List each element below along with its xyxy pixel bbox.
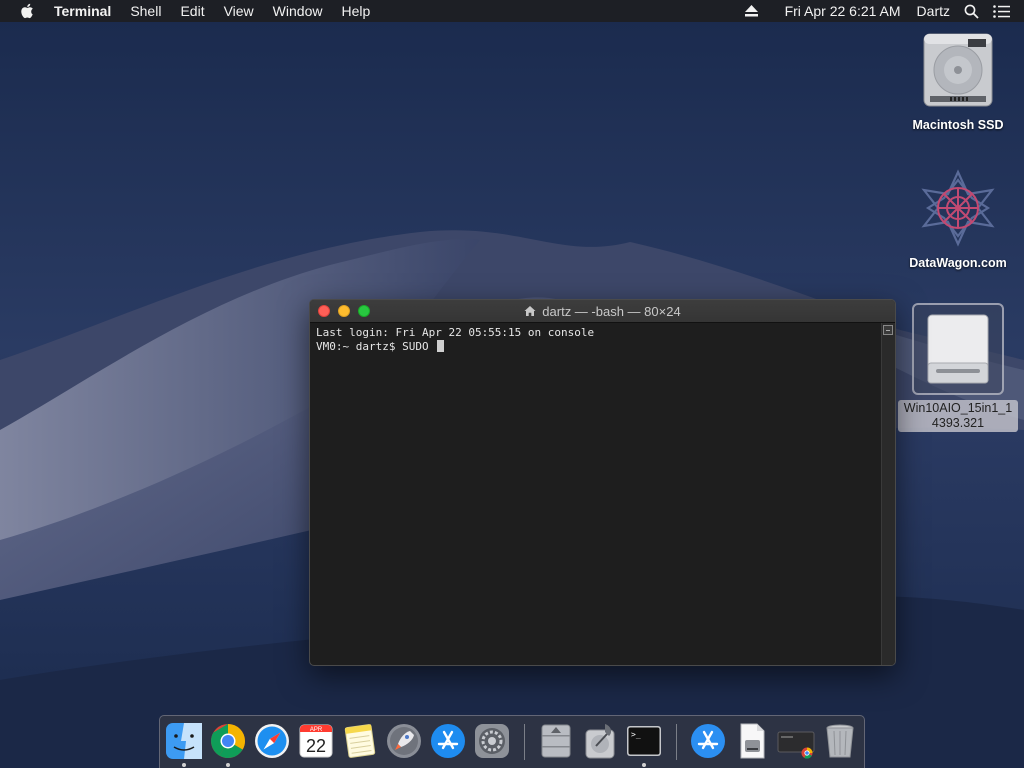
terminal-prompt-line: VM0:~ dartz$ SUDO — [316, 340, 875, 354]
desktop-icon-macintosh-ssd[interactable]: Macintosh SSD — [898, 30, 1018, 132]
desktop-icon-datawagon[interactable]: DataWagon.com — [898, 168, 1018, 270]
dock-separator — [676, 724, 677, 760]
dock-item-safari[interactable] — [253, 722, 291, 760]
menu-edit[interactable]: Edit — [180, 3, 204, 19]
boot-camp-icon — [541, 724, 571, 758]
datawagon-logo-icon — [921, 169, 995, 247]
terminal-scrollbar[interactable] — [881, 323, 895, 665]
menu-app-terminal[interactable]: Terminal — [54, 3, 111, 19]
calendar-icon: APR 22 — [299, 724, 333, 758]
menu-window[interactable]: Window — [273, 3, 323, 19]
running-indicator — [182, 763, 186, 767]
chrome-icon — [211, 724, 245, 758]
launchpad-icon — [387, 724, 421, 758]
disk-utility-icon — [585, 724, 615, 759]
dock-item-system-preferences[interactable] — [473, 722, 511, 760]
calendar-month: APR — [310, 727, 323, 733]
dock: APR 22 >_ — [159, 715, 865, 768]
terminal-prompt-glyph: >_ — [631, 730, 641, 739]
finder-icon — [166, 723, 202, 759]
dock-separator — [524, 724, 525, 760]
dock-item-terminal[interactable]: >_ — [625, 722, 663, 760]
minimize-button[interactable] — [338, 305, 350, 317]
disk-image-icon — [740, 723, 765, 759]
terminal-output[interactable]: Last login: Fri Apr 22 05:55:15 on conso… — [310, 323, 881, 665]
text-cursor — [437, 340, 445, 352]
desktop-icon-label: Win10AIO_15in1_14393.321 — [898, 400, 1018, 432]
dock-item-calendar[interactable]: APR 22 — [297, 722, 335, 760]
dock-item-boot-camp[interactable] — [537, 722, 575, 760]
running-indicator — [642, 763, 646, 767]
window-controls — [318, 305, 378, 317]
menu-extras: Fri Apr 22 6:21 AM Dartz — [744, 0, 1024, 22]
menu-view[interactable]: View — [224, 3, 254, 19]
trash-icon — [826, 724, 854, 758]
terminal-window[interactable]: dartz — -bash — 80×24 Last login: Fri Ap… — [309, 299, 896, 666]
desktop-icon-label: Macintosh SSD — [912, 118, 1004, 132]
terminal-line: VM0:~ dartz$ SUDO — [316, 340, 436, 353]
dock-item-trash[interactable] — [821, 722, 859, 760]
terminal-titlebar[interactable]: dartz — -bash — 80×24 — [310, 300, 895, 323]
window-title: dartz — -bash — 80×24 — [310, 304, 895, 319]
dock-item-app-store[interactable] — [429, 722, 467, 760]
dock-item-app-store-folder[interactable] — [689, 722, 727, 760]
menu-clock[interactable]: Fri Apr 22 6:21 AM — [785, 3, 901, 19]
eject-icon[interactable] — [744, 5, 758, 17]
menu-user[interactable]: Dartz — [917, 3, 950, 19]
safari-icon — [255, 724, 289, 758]
menu-shell[interactable]: Shell — [130, 3, 161, 19]
selection-frame — [912, 303, 1004, 395]
running-indicator — [226, 763, 230, 767]
desktop-icon-win10aio[interactable]: Win10AIO_15in1_14393.321 — [898, 303, 1018, 432]
app-store-icon — [431, 724, 465, 758]
zoom-button[interactable] — [358, 305, 370, 317]
dock-item-disk-utility[interactable] — [581, 722, 619, 760]
dock-item-chrome-window[interactable] — [777, 722, 815, 760]
terminal-icon: >_ — [627, 726, 661, 756]
dock-item-notes[interactable] — [341, 722, 379, 760]
removable-disk-icon — [927, 314, 989, 384]
apple-menu-icon[interactable] — [20, 3, 36, 19]
terminal-line: Last login: Fri Apr 22 05:55:15 on conso… — [316, 326, 595, 339]
dock-item-launchpad[interactable] — [385, 722, 423, 760]
chrome-window-icon — [777, 731, 815, 759]
menu-list: Terminal Shell Edit View Window Help — [54, 3, 389, 19]
dock-item-finder[interactable] — [165, 722, 203, 760]
calendar-day: 22 — [306, 736, 326, 756]
system-preferences-icon — [475, 724, 509, 758]
split-pane-icon[interactable] — [883, 325, 893, 335]
close-button[interactable] — [318, 305, 330, 317]
app-store-folder-icon — [691, 724, 725, 758]
notification-center-icon[interactable] — [993, 4, 1010, 18]
desktop-icon-label: DataWagon.com — [909, 256, 1007, 270]
menu-bar: Terminal Shell Edit View Window Help Fri… — [0, 0, 1024, 22]
dock-item-disk-image[interactable] — [733, 722, 771, 760]
hard-drive-icon — [923, 33, 993, 107]
home-icon — [524, 306, 536, 316]
spotlight-search-icon[interactable] — [964, 4, 979, 19]
window-title-text: dartz — -bash — 80×24 — [542, 303, 681, 319]
dock-item-chrome[interactable] — [209, 722, 247, 760]
menu-help[interactable]: Help — [341, 3, 370, 19]
notes-icon — [344, 724, 376, 758]
